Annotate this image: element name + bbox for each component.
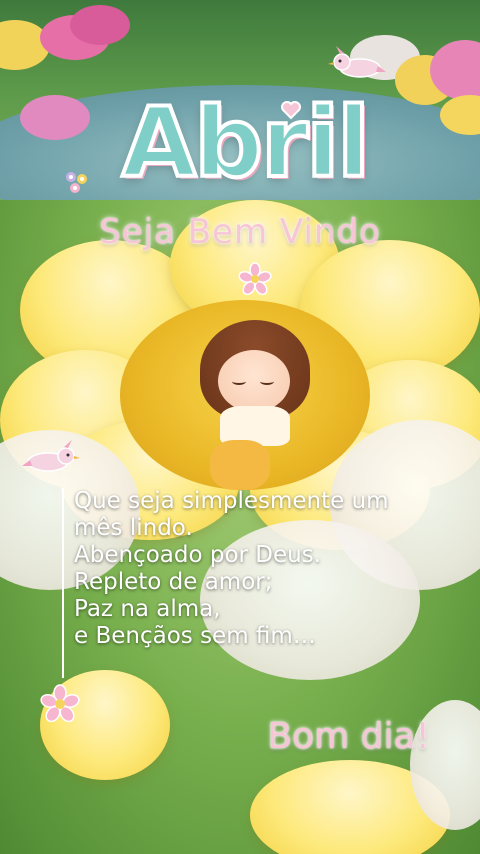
message-line: e Bençãos sem fim…: [74, 623, 316, 649]
greeting: Bom dia!: [267, 716, 430, 757]
message-line: mês lindo.: [74, 515, 193, 541]
subtitle: Seja Bem Vindo: [99, 212, 381, 252]
message-line: Paz na alma,: [74, 596, 221, 622]
message-line: Repleto de amor;: [74, 569, 273, 595]
bird-icon: [326, 44, 386, 84]
message-block: Que seja simplesmente um mês lindo. Aben…: [62, 488, 444, 678]
message-line: Que seja simplesmente um: [74, 488, 389, 514]
sleeping-girl: [190, 320, 330, 500]
flower-icon: [40, 684, 80, 724]
page-title: Abril: [120, 86, 372, 200]
message-line: Abençoado por Deus.: [74, 542, 322, 568]
heart-icon: [280, 100, 302, 120]
title-block: Abril: [95, 86, 395, 208]
flower-icon: [238, 262, 272, 296]
flower-icon: [60, 166, 94, 200]
bird-icon: [22, 438, 82, 478]
